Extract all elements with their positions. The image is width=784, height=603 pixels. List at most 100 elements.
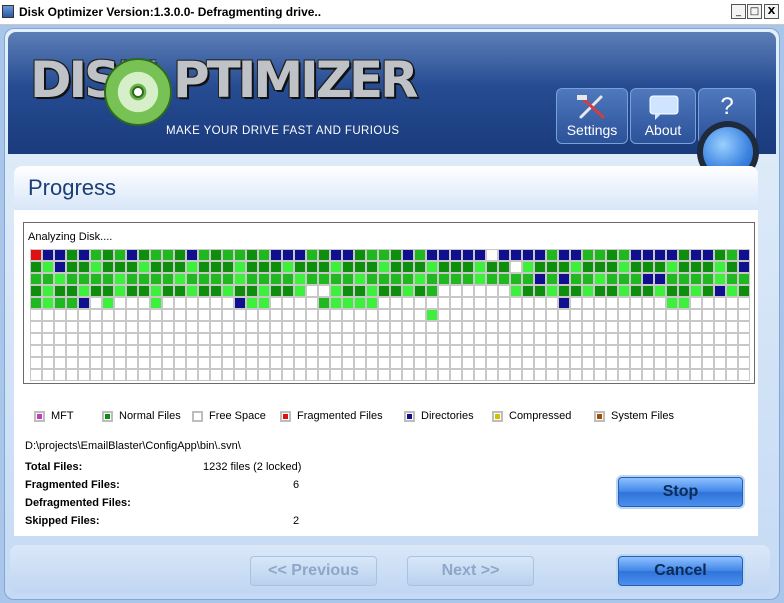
cluster-cell <box>210 297 222 309</box>
cluster-cell <box>666 273 678 285</box>
cluster-cell <box>534 333 546 345</box>
close-button[interactable]: X <box>764 4 779 19</box>
cluster-cell <box>90 285 102 297</box>
cluster-cell <box>522 297 534 309</box>
settings-button[interactable]: Settings <box>556 88 628 144</box>
cluster-cell <box>126 273 138 285</box>
skipped-files-value: 2 <box>293 515 300 527</box>
cluster-cell <box>438 345 450 357</box>
cluster-cell <box>114 261 126 273</box>
cluster-cell <box>342 357 354 369</box>
cluster-cell <box>366 321 378 333</box>
next-button[interactable]: Next >> <box>407 556 534 586</box>
cluster-cell <box>258 333 270 345</box>
current-file-path: D:\projects\EmailBlaster\ConfigApp\bin\.… <box>25 440 241 452</box>
cluster-cell <box>30 273 42 285</box>
cluster-cell <box>402 345 414 357</box>
fragmented-files-value: 6 <box>293 479 300 491</box>
cluster-cell <box>210 369 222 381</box>
cluster-cell <box>54 273 66 285</box>
cluster-cell <box>630 345 642 357</box>
cluster-cell <box>342 333 354 345</box>
cluster-cell <box>246 273 258 285</box>
cluster-cell <box>666 309 678 321</box>
stop-button[interactable]: Stop <box>618 477 743 507</box>
cluster-cell <box>294 261 306 273</box>
cluster-cell <box>594 309 606 321</box>
cluster-cell <box>378 309 390 321</box>
cluster-cell <box>486 249 498 261</box>
title-bar: Disk Optimizer Version:1.3.0.0- Defragme… <box>0 0 784 25</box>
cluster-cell <box>222 261 234 273</box>
cluster-cell <box>738 345 750 357</box>
cluster-cell <box>522 285 534 297</box>
cluster-cell <box>138 357 150 369</box>
minimize-button[interactable]: _ <box>731 4 746 19</box>
cluster-cell <box>678 249 690 261</box>
app-icon <box>2 5 14 18</box>
cluster-cell <box>54 369 66 381</box>
cluster-cell <box>702 321 714 333</box>
cluster-cell <box>78 309 90 321</box>
cluster-cell <box>486 273 498 285</box>
cluster-cell <box>30 261 42 273</box>
cluster-cell <box>306 333 318 345</box>
cluster-cell <box>678 261 690 273</box>
cluster-cell <box>270 369 282 381</box>
cluster-cell <box>570 285 582 297</box>
cluster-cell <box>726 309 738 321</box>
cluster-cell <box>354 297 366 309</box>
cluster-cell <box>378 297 390 309</box>
cluster-cell <box>150 333 162 345</box>
legend-label: Compressed <box>509 410 572 422</box>
cluster-cell <box>450 285 462 297</box>
cluster-cell <box>498 261 510 273</box>
cluster-cell <box>534 297 546 309</box>
cluster-cell <box>726 261 738 273</box>
cluster-cell <box>198 345 210 357</box>
cluster-cell <box>162 333 174 345</box>
cluster-cell <box>234 333 246 345</box>
cluster-cell <box>462 345 474 357</box>
cluster-cell <box>138 297 150 309</box>
about-button[interactable]: About <box>630 88 696 144</box>
cluster-cell <box>66 249 78 261</box>
cluster-cell <box>678 345 690 357</box>
cluster-cell <box>282 333 294 345</box>
cluster-cell <box>714 369 726 381</box>
cluster-cell <box>354 273 366 285</box>
cluster-cell <box>450 357 462 369</box>
cluster-cell <box>462 333 474 345</box>
cluster-cell <box>714 321 726 333</box>
cluster-cell <box>294 369 306 381</box>
cluster-cell <box>150 369 162 381</box>
cluster-cell <box>594 297 606 309</box>
cluster-cell <box>462 261 474 273</box>
cluster-cell <box>558 321 570 333</box>
cluster-cell <box>198 249 210 261</box>
previous-button[interactable]: << Previous <box>250 556 377 586</box>
cluster-cell <box>282 261 294 273</box>
cluster-cell <box>678 321 690 333</box>
cluster-cell <box>546 333 558 345</box>
cluster-cell <box>282 273 294 285</box>
cluster-cell <box>510 321 522 333</box>
cluster-cell <box>366 285 378 297</box>
cluster-cell <box>198 333 210 345</box>
cluster-cell <box>606 333 618 345</box>
cluster-cell <box>246 249 258 261</box>
cancel-button[interactable]: Cancel <box>618 556 743 586</box>
cluster-cell <box>366 345 378 357</box>
cluster-cell <box>174 249 186 261</box>
cluster-cell <box>450 369 462 381</box>
cluster-cell <box>138 249 150 261</box>
maximize-button[interactable]: □ <box>747 4 762 19</box>
cluster-cell <box>534 345 546 357</box>
cluster-cell <box>426 357 438 369</box>
cluster-cell <box>426 321 438 333</box>
cluster-cell <box>606 309 618 321</box>
cluster-cell <box>210 321 222 333</box>
cluster-cell <box>402 273 414 285</box>
cluster-cell <box>726 369 738 381</box>
cluster-cell <box>258 309 270 321</box>
